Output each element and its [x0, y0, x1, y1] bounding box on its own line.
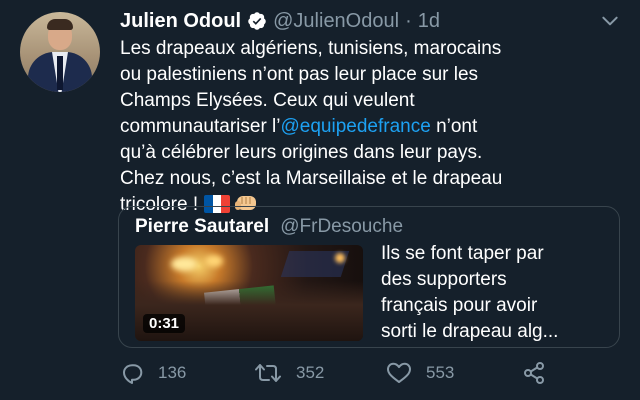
reply-count: 136: [158, 363, 187, 382]
tweet-line: Chez nous, c’est la Marseillaise et le d…: [120, 168, 503, 189]
quoted-line: français pour avoir: [381, 295, 538, 316]
avatar[interactable]: [20, 12, 100, 92]
tweet-header: Julien Odoul @JulienOdoul · 1d: [120, 7, 620, 35]
tweet-line: ou palestiniens n’ont pas leur place sur…: [120, 64, 479, 85]
reply-icon: [123, 364, 143, 384]
quoted-header: Pierre Sautarel @FrDesouche: [135, 216, 403, 238]
video-thumbnail[interactable]: 0:31: [135, 245, 363, 341]
retweet-icon: [255, 364, 281, 382]
retweet-button[interactable]: 352: [254, 360, 324, 386]
tweet-timestamp[interactable]: 1d: [418, 10, 440, 33]
thumbnail-light: [171, 257, 197, 271]
action-bar: 136 352 553: [120, 360, 620, 386]
like-count: 553: [426, 363, 455, 382]
tweet-text-fragment: n’ont: [430, 116, 478, 137]
avatar-tie: [57, 56, 63, 90]
share-button[interactable]: [522, 360, 546, 386]
retweet-count: 352: [296, 363, 325, 382]
tweet-text-fragment: communautariser l’: [120, 116, 281, 137]
quoted-tweet[interactable]: Pierre Sautarel @FrDesouche 0:31 Ils se …: [118, 206, 620, 348]
tweet-text: Les drapeaux algériens, tunisiens, maroc…: [120, 36, 630, 218]
verified-badge-icon: [248, 12, 266, 30]
quoted-line: Ils se font taper par: [381, 243, 544, 264]
thumbnail-light: [205, 255, 223, 267]
quoted-author-name[interactable]: Pierre Sautarel: [135, 216, 269, 237]
heart-icon: [387, 362, 411, 383]
chevron-down-icon[interactable]: [600, 11, 620, 31]
thumbnail-light: [335, 253, 345, 263]
avatar-hair: [47, 19, 73, 30]
header-separator: ·: [405, 9, 412, 32]
quoted-text: Ils se font taper par des supporters fra…: [381, 241, 613, 345]
quoted-line: sorti le drapeau alg...: [381, 321, 559, 342]
reply-button[interactable]: 136: [120, 360, 186, 386]
author-name[interactable]: Julien Odoul: [120, 10, 241, 33]
tweet-line: Champs Elysées. Ceux qui veulent: [120, 90, 415, 111]
video-duration-badge: 0:31: [143, 314, 186, 333]
author-handle[interactable]: @JulienOdoul: [273, 10, 399, 33]
tweet-line: Les drapeaux algériens, tunisiens, maroc…: [120, 38, 502, 59]
mention-link[interactable]: @equipedefrance: [281, 116, 431, 137]
quoted-line: des supporters: [381, 269, 507, 290]
tweet-line: qu’à célébrer leurs origines dans leur p…: [120, 142, 483, 163]
share-icon: [524, 362, 544, 384]
quoted-author-handle[interactable]: @FrDesouche: [280, 216, 403, 237]
tweet-line: communautariser l’@equipedefrance n’ont: [120, 114, 630, 140]
like-button[interactable]: 553: [386, 360, 454, 386]
